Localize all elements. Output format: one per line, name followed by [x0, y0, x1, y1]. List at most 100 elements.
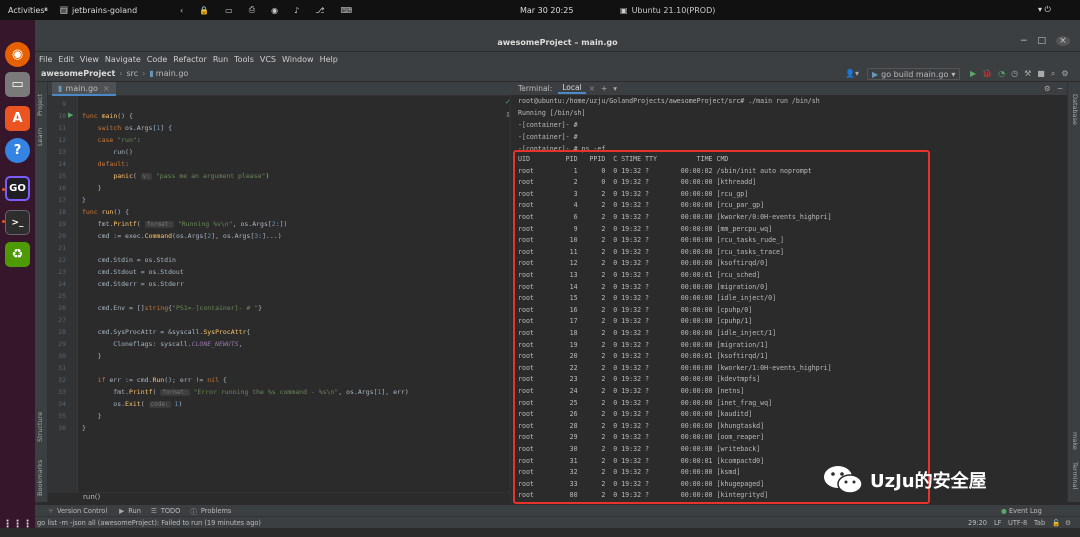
menu-run[interactable]: Run — [213, 55, 228, 64]
code-line: } — [82, 412, 102, 420]
lock-icon[interactable]: 🔒 — [199, 6, 209, 15]
keyboard-icon[interactable]: ⌨ — [340, 6, 352, 15]
goland-icon[interactable]: GO — [5, 176, 30, 201]
close-button[interactable]: × — [1056, 36, 1070, 46]
drive-icon[interactable]: ▭ — [225, 6, 233, 15]
run-toolbar: ▶ 🐞 ◔ ◷ ⚒ ■ ⌕ ⚙ — [970, 69, 1068, 79]
maximize-button[interactable]: □ — [1038, 36, 1047, 46]
help-icon[interactable]: ? — [5, 138, 30, 163]
todo-tab[interactable]: TODO — [161, 507, 181, 515]
terminal-tool-tab[interactable]: Terminal — [1071, 462, 1079, 489]
problems-tab[interactable]: Problems — [201, 507, 231, 515]
search-icon[interactable]: ⌕ — [1051, 69, 1055, 79]
app-name: jetbrains-goland — [72, 5, 138, 15]
breadcrumb-function[interactable]: run() — [83, 493, 100, 501]
menu-window[interactable]: Window — [282, 55, 314, 64]
make-tool-tab[interactable]: make — [1071, 432, 1079, 450]
run-icon[interactable]: ▶ — [970, 69, 976, 79]
coverage-icon[interactable]: ◔ — [998, 69, 1005, 79]
trash-icon[interactable]: ♻ — [5, 242, 30, 267]
hide-panel-icon[interactable]: − — [1057, 84, 1063, 93]
caret-position[interactable]: 29:20 — [968, 519, 987, 527]
firefox-icon[interactable]: ◉ — [5, 42, 30, 67]
menu-help[interactable]: Help — [320, 55, 338, 64]
code-line: fmt.Printf( format: "Running %v\n", os.A… — [82, 220, 288, 228]
debug-icon[interactable]: 🐞 — [982, 69, 992, 79]
menu-edit[interactable]: Edit — [58, 55, 74, 64]
terminal-icon[interactable]: >_ — [5, 210, 30, 235]
code-editor[interactable]: func main() { switch os.Args[1] { case "… — [78, 96, 510, 492]
code-line: cmd.Stdin = os.Stdin — [82, 256, 176, 264]
activities-button[interactable]: Activities — [8, 6, 45, 15]
printer-icon[interactable]: ⎙ — [249, 5, 255, 15]
code-line: fmt.Printf( format: "Error running the %… — [82, 388, 409, 396]
branch-icon: ⑂ — [49, 506, 53, 515]
learn-tool-tab[interactable]: Learn — [36, 128, 44, 146]
build-icon[interactable]: ⚒ — [1024, 69, 1031, 79]
system-menu[interactable]: ▾ ⏻ — [1038, 5, 1051, 15]
user-icon[interactable]: 👤▾ — [845, 69, 859, 78]
close-tab-icon[interactable]: × — [103, 84, 110, 93]
clock[interactable]: Mar 30 20:25 — [520, 6, 573, 15]
line-separator[interactable]: LF — [994, 519, 1001, 527]
database-tool-tab[interactable]: Database — [1071, 94, 1079, 125]
bookmarks-tool-tab[interactable]: Bookmarks — [36, 460, 44, 496]
code-line: cmd := exec.Command(os.Args[2], os.Args[… — [82, 232, 282, 240]
menu-view[interactable]: View — [80, 55, 99, 64]
event-log-tab[interactable]: Event Log — [1009, 507, 1042, 515]
code-line: default: — [97, 160, 129, 168]
stop-icon[interactable]: ■ — [1037, 69, 1045, 79]
git-icon[interactable]: ⚙ — [1065, 519, 1071, 527]
menu-tools[interactable]: Tools — [234, 55, 254, 64]
pause-icon[interactable]: ⏸ — [44, 5, 48, 15]
breadcrumb-file[interactable]: main.go — [156, 69, 189, 78]
project-tool-tab[interactable]: Project — [36, 94, 44, 116]
status-message[interactable]: go list -m -json all (awesomeProject): F… — [37, 519, 261, 527]
sound-icon[interactable]: ♪ — [294, 6, 299, 15]
software-icon[interactable]: A — [5, 106, 30, 131]
file-encoding[interactable]: UTF-8 — [1008, 519, 1027, 527]
run-config-selector[interactable]: ▶ go build main.go ▾ — [867, 68, 961, 80]
app-grid-icon[interactable]: ⋮⋮⋮ — [3, 512, 33, 537]
menu-refactor[interactable]: Refactor — [173, 55, 207, 64]
editor-tab-main[interactable]: ▮ main.go × — [52, 82, 116, 96]
close-tab-icon[interactable]: × — [589, 84, 595, 93]
settings-icon[interactable]: ⚙ — [1061, 69, 1068, 79]
minimize-button[interactable]: − — [1020, 36, 1028, 46]
window-controls: − □ × — [1020, 36, 1070, 46]
version-control-tab[interactable]: Version Control — [57, 507, 107, 515]
menu-navigate[interactable]: Navigate — [105, 55, 141, 64]
code-line: case "run": — [97, 136, 141, 144]
vm-title-area: ▣ Ubuntu 21.10(PROD) — [620, 0, 715, 20]
vm-title: Ubuntu 21.10(PROD) — [631, 5, 716, 15]
new-tab-icon[interactable]: + — [601, 84, 607, 93]
usb-icon[interactable]: ⎇ — [315, 6, 324, 15]
menu-vcs[interactable]: VCS — [260, 55, 276, 64]
profile-icon[interactable]: ◷ — [1011, 69, 1018, 79]
window-titlebar[interactable]: awesomeProject – main.go − □ × — [35, 20, 1080, 52]
app-indicator[interactable]: jetbrains-goland — [60, 6, 137, 15]
line-number: 17 — [58, 196, 66, 204]
run-tab[interactable]: Run — [128, 507, 141, 515]
line-number: 25 — [58, 292, 66, 300]
menu-code[interactable]: Code — [147, 55, 167, 64]
chevron-down-icon[interactable]: ▾ — [613, 84, 617, 93]
line-number: 36 — [58, 424, 66, 432]
settings-icon[interactable]: ⚙ — [1044, 84, 1051, 93]
indent-setting[interactable]: Tab — [1034, 519, 1045, 527]
back-icon[interactable]: ‹ — [180, 6, 183, 15]
structure-tool-tab[interactable]: Structure — [36, 412, 44, 442]
window-icon[interactable]: ▢ — [60, 6, 68, 15]
editor-tab-label: main.go — [65, 83, 98, 93]
right-tool-strip: Database make Terminal — [1067, 82, 1080, 502]
camera-icon[interactable]: ◉ — [271, 6, 278, 15]
files-icon[interactable]: ▭ — [5, 72, 30, 97]
line-number: 10 — [58, 112, 66, 120]
menu-file[interactable]: File — [39, 55, 52, 64]
code-line: cmd.Env = []string{"PS1=-[container]- # … — [82, 304, 263, 312]
breadcrumb-folder[interactable]: src — [126, 69, 138, 78]
breadcrumb-project[interactable]: awesomeProject — [41, 69, 115, 78]
lock-icon[interactable]: 🔓 — [1052, 519, 1060, 527]
terminal-tab-local[interactable]: Local — [558, 83, 586, 94]
run-gutter-icon[interactable]: ▶ — [68, 111, 73, 119]
